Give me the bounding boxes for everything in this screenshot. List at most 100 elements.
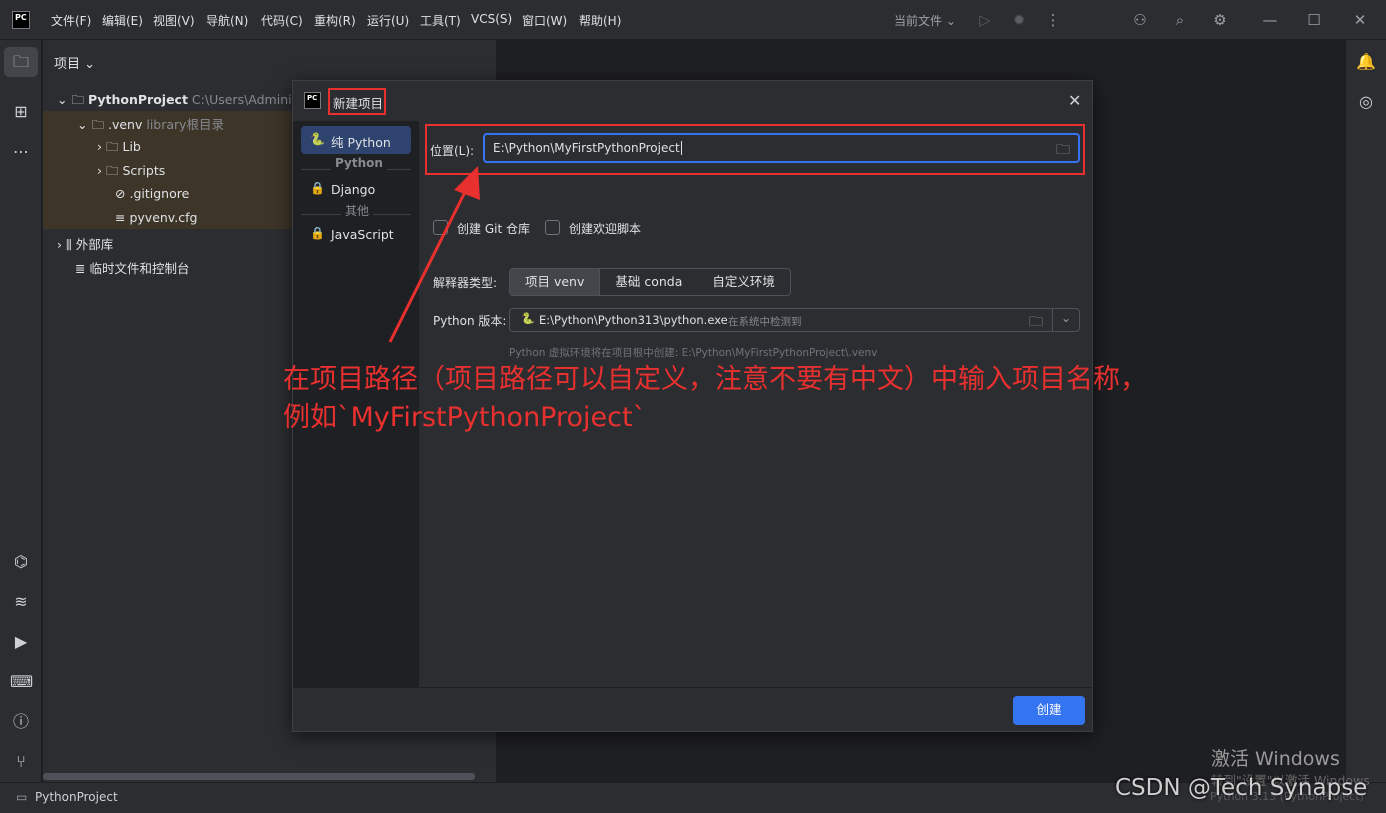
menu-run[interactable]: 运行(U) (367, 12, 409, 29)
browse-folder-icon[interactable]: 🗀 (1029, 311, 1043, 335)
folder-icon: 🗀 (91, 117, 104, 132)
annotation-line-2: 例如`MyFirstPythonProject` (283, 402, 647, 433)
folder-icon: 🗀 (105, 163, 119, 178)
folder-icon: 🗀 (105, 139, 119, 154)
tree-item-venv[interactable]: ⌄ 🗀 .venv library根目录 (77, 114, 224, 137)
close-window-icon[interactable]: ✕ (1350, 10, 1370, 30)
menu-edit[interactable]: 编辑(E) (102, 12, 143, 29)
pycharm-logo: PC (304, 92, 321, 109)
sidebar-item-label: Django (331, 182, 376, 197)
tree-item-label: Scripts (122, 163, 166, 178)
dialog-title: 新建项目 (333, 96, 384, 111)
layers-icon[interactable]: ≋ (10, 591, 32, 613)
folder-icon[interactable]: 🗀 (10, 51, 32, 73)
option-project-venv[interactable]: 项目 venv (510, 269, 601, 295)
csdn-watermark: CSDN @Tech Synapse (1115, 775, 1368, 801)
location-value: E:\Python\MyFirstPythonProject (493, 141, 682, 155)
tree-item-scratches[interactable]: ≣ 临时文件和控制台 (75, 258, 189, 277)
arrow-head (454, 166, 480, 200)
add-user-icon[interactable]: ⚇ (1130, 10, 1150, 30)
menu-vcs[interactable]: VCS(S) (471, 12, 512, 26)
menu-help[interactable]: 帮助(H) (579, 12, 621, 29)
menu-window[interactable]: 窗口(W) (522, 12, 567, 29)
option-custom-env[interactable]: 自定义环境 (697, 269, 790, 295)
terminal-icon[interactable]: ⌨ (10, 671, 33, 693)
more-actions-icon[interactable]: ⋮ (1043, 10, 1063, 30)
chevron-down-icon: ⌄ (77, 117, 88, 132)
tree-item-gitignore[interactable]: ⊘ .gitignore (115, 186, 189, 201)
scratches-icon: ≣ (75, 261, 86, 276)
tree-root[interactable]: ⌄ 🗀 PythonProject C:\Users\Administ (57, 91, 303, 112)
status-project-name[interactable]: PythonProject (35, 790, 118, 804)
title-bar: PC 文件(F) 编辑(E) 视图(V) 导航(N) 代码(C) 重构(R) 运… (0, 0, 1386, 40)
python-icon: 🐍 (521, 312, 535, 325)
venv-location-hint: Python 虚拟环境将在项目根中创建: E:\Python\MyFirstPy… (509, 347, 878, 359)
tree-item-external-libs[interactable]: › ⫼ 外部库 (57, 234, 113, 253)
location-input[interactable]: E:\Python\MyFirstPythonProject 🗀 (483, 133, 1080, 163)
run-config-label: 当前文件 (894, 14, 943, 28)
menu-refactor[interactable]: 重构(R) (314, 12, 356, 29)
debug-icon[interactable]: ✹ (1009, 10, 1029, 30)
search-icon[interactable]: ⌕ (1170, 10, 1190, 30)
create-button[interactable]: 创建 (1013, 696, 1085, 725)
python-version-select[interactable]: 🐍 E:\Python\Python313\python.exe 在系统中检测到… (509, 308, 1080, 332)
venv-name: .venv (107, 117, 143, 132)
tree-item-pyvenv[interactable]: ≡ pyvenv.cfg (115, 210, 197, 225)
chevron-down-icon: ⌄ (84, 57, 96, 72)
menu-navigate[interactable]: 导航(N) (206, 12, 248, 29)
run-config-selector[interactable]: 当前文件 ⌄ (894, 12, 956, 29)
menu-tools[interactable]: 工具(T) (420, 12, 461, 29)
option-base-conda[interactable]: 基础 conda (600, 269, 697, 295)
project-panel-title[interactable]: 项目 ⌄ (54, 53, 95, 72)
chevron-down-icon: ⌄ (945, 14, 956, 28)
tree-item-label: pyvenv.cfg (129, 210, 198, 225)
structure-icon[interactable]: ⊞ (10, 101, 32, 123)
tree-item-label: Lib (122, 139, 141, 154)
tree-item-scripts[interactable]: › 🗀 Scripts (97, 162, 165, 183)
problems-icon[interactable]: ⓘ (10, 711, 32, 733)
ai-assistant-icon[interactable]: ◎ (1355, 91, 1377, 113)
dialog-footer: 创建 (293, 687, 1092, 731)
chevron-right-icon: › (57, 237, 62, 252)
right-tool-stripe: 🔔 ◎ (1345, 40, 1386, 782)
root-path: C:\Users\Administ (191, 92, 304, 107)
folder-icon: 🗀 (71, 92, 84, 107)
python-console-icon[interactable]: ⌬ (10, 551, 32, 573)
location-label: 位置(L): (430, 144, 475, 158)
section-label-python: Python (331, 156, 387, 170)
tree-item-label: 临时文件和控制台 (89, 261, 190, 276)
chevron-down-icon: ⌄ (57, 92, 68, 107)
annotation-arrow (388, 166, 480, 343)
horizontal-scrollbar[interactable] (43, 773, 475, 780)
settings-gear-icon[interactable]: ⚙ (1210, 10, 1230, 30)
chevron-right-icon: › (97, 139, 102, 154)
run-icon[interactable]: ▷ (975, 10, 995, 30)
more-tools-icon[interactable]: ⋯ (10, 141, 32, 163)
python-icon: 🐍 (310, 132, 325, 146)
menu-code[interactable]: 代码(C) (261, 12, 303, 29)
library-icon: ⫼ (65, 237, 72, 252)
menu-view[interactable]: 视图(V) (153, 12, 195, 29)
tree-item-lib[interactable]: › 🗀 Lib (97, 138, 141, 159)
chevron-right-icon: › (97, 163, 102, 178)
tree-item-label: .gitignore (129, 186, 190, 201)
interpreter-type-segmented: 项目 venv 基础 conda 自定义环境 (509, 268, 791, 296)
sidebar-item-pure-python[interactable]: 🐍 纯 Python (301, 126, 411, 154)
services-run-icon[interactable]: ▶ (10, 631, 32, 653)
notifications-bell-icon[interactable]: 🔔 (1355, 51, 1377, 73)
tree-item-label: 外部库 (75, 237, 114, 252)
left-tool-stripe: 🗀 ⊞ ⋯ ⌬ ≋ ▶ ⌨ ⓘ ⑂ (0, 40, 42, 782)
chevron-down-icon[interactable]: ⌄ (1061, 311, 1071, 325)
git-icon[interactable]: ⑂ (10, 751, 32, 773)
welcome-script-checkbox[interactable] (545, 220, 560, 235)
project-icon: ▭ (16, 790, 28, 804)
activate-windows-watermark: 激活 Windows (1211, 748, 1340, 770)
close-icon[interactable]: ✕ (1068, 91, 1081, 110)
menu-file[interactable]: 文件(F) (51, 12, 91, 29)
ignore-file-icon: ⊘ (115, 186, 126, 201)
minimize-icon[interactable]: — (1260, 10, 1280, 30)
maximize-icon[interactable]: ☐ (1304, 10, 1324, 30)
arrow-shaft (388, 181, 472, 343)
browse-folder-icon[interactable]: 🗀 (1056, 139, 1070, 163)
project-panel-title-label: 项目 (54, 57, 81, 72)
